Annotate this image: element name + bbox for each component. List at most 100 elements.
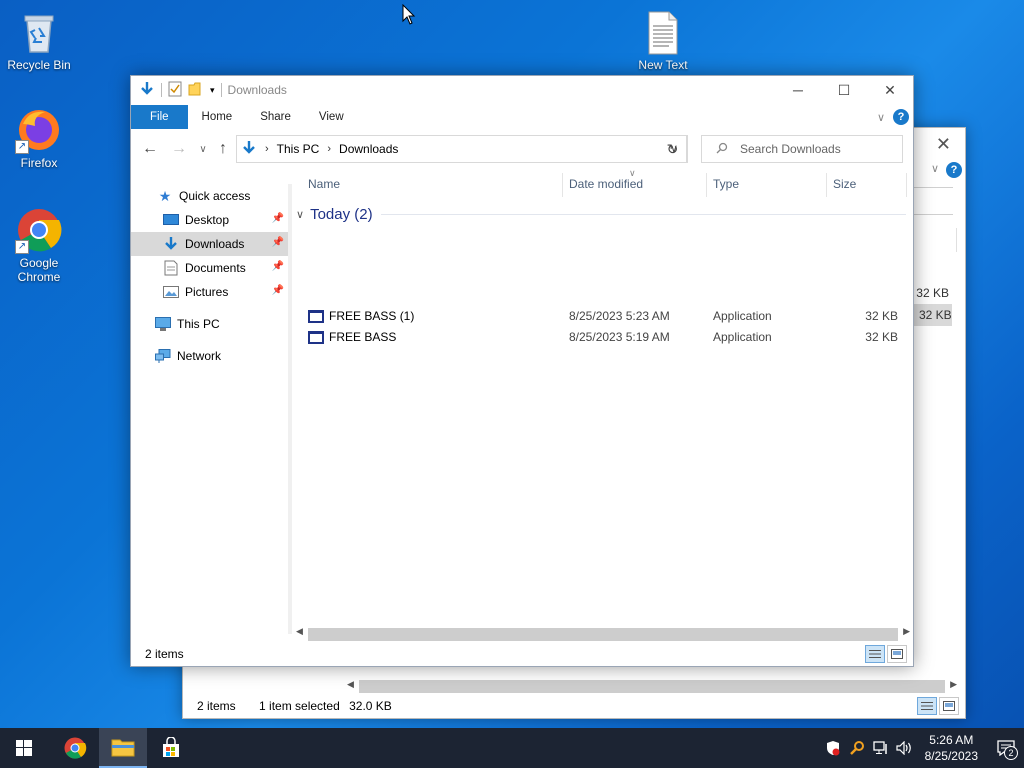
nav-item-pictures[interactable]: Pictures 📌: [131, 280, 288, 304]
chevron-right-icon[interactable]: ›: [265, 143, 269, 155]
file-explorer-icon: [111, 739, 135, 757]
view-toggle: [917, 697, 959, 715]
tab-share[interactable]: Share: [246, 105, 305, 129]
divider: [380, 214, 906, 215]
tab-file[interactable]: File: [131, 105, 188, 129]
mouse-cursor-icon: [402, 3, 416, 29]
start-button[interactable]: [0, 728, 48, 768]
desktop-icon-label: Firefox: [20, 156, 58, 170]
scroll-left-icon[interactable]: ◀: [347, 679, 354, 690]
expand-ribbon-icon[interactable]: ∨: [877, 111, 885, 124]
search-input[interactable]: Search Downloads: [701, 135, 903, 163]
chevron-down-icon[interactable]: ∨: [931, 162, 939, 175]
maximize-button[interactable]: ☐: [821, 76, 867, 104]
up-button[interactable]: ↑: [212, 138, 234, 160]
column-divider[interactable]: [562, 173, 563, 197]
nav-item-this-pc[interactable]: This PC: [131, 312, 288, 336]
large-icons-view-icon[interactable]: [887, 645, 907, 663]
nav-item-label: Network: [177, 349, 222, 363]
file-row[interactable]: FREE BASS (1) 8/25/2023 5:23 AM Applicat…: [292, 306, 912, 327]
column-divider[interactable]: [826, 173, 827, 197]
column-header-name[interactable]: Name: [308, 177, 340, 191]
breadcrumb-downloads[interactable]: › Downloads: [327, 142, 398, 156]
recent-locations-icon[interactable]: ∨: [192, 138, 214, 160]
scroll-thumb[interactable]: [308, 628, 898, 641]
new-folder-icon[interactable]: [188, 81, 204, 100]
ribbon-controls: ∨ ?: [877, 109, 909, 125]
desktop-icon-recycle-bin[interactable]: Recycle Bin: [1, 8, 77, 73]
horizontal-scrollbar[interactable]: ◀ ▶: [292, 626, 914, 643]
column-divider[interactable]: [906, 173, 907, 197]
search-key-icon[interactable]: [845, 740, 869, 756]
chevron-down-icon[interactable]: ∨: [296, 208, 304, 221]
customize-toolbar-icon[interactable]: ▾: [210, 85, 215, 96]
forward-button[interactable]: →: [168, 138, 190, 160]
network-icon[interactable]: [869, 741, 893, 755]
scroll-right-icon[interactable]: ▶: [903, 626, 910, 637]
security-shield-icon[interactable]: [821, 740, 845, 756]
explorer-window[interactable]: ▾ Downloads ─ ☐ ✕ File Home Share View ∨…: [130, 75, 914, 667]
horizontal-scrollbar[interactable]: ◀ ▶: [343, 678, 961, 695]
pin-icon[interactable]: 📌: [272, 261, 284, 272]
desktop-icon-label: Recycle Bin: [7, 58, 71, 72]
action-center-button[interactable]: 2: [988, 740, 1024, 760]
search-input[interactable]: [913, 187, 953, 215]
clock-date: 8/25/2023: [924, 749, 978, 763]
clock[interactable]: 5:26 AM 8/25/2023: [925, 732, 978, 764]
nav-item-desktop[interactable]: Desktop 📌: [131, 208, 288, 232]
desktop-icon: [163, 212, 179, 228]
close-icon[interactable]: ✕: [936, 134, 951, 155]
status-bar: 2 items 1 item selected 32.0 KB: [183, 694, 965, 718]
group-header-today[interactable]: ∨ Today (2): [296, 206, 906, 223]
column-header-size[interactable]: Size: [833, 177, 856, 191]
nav-item-label: Desktop: [185, 213, 230, 227]
desktop-icon-new-text[interactable]: New Text: [625, 8, 701, 73]
back-button[interactable]: ←: [139, 138, 161, 160]
nav-item-documents[interactable]: Documents 📌: [131, 256, 288, 280]
volume-icon[interactable]: [893, 741, 917, 755]
refresh-button[interactable]: ↻: [658, 135, 688, 163]
desktop-icon-firefox[interactable]: ↗ Firefox: [1, 106, 77, 171]
nav-item-network[interactable]: Network: [131, 344, 288, 368]
desktop-icon-label: Google Chrome: [17, 256, 61, 284]
scroll-right-icon[interactable]: ▶: [950, 679, 957, 690]
tab-home[interactable]: Home: [188, 105, 247, 129]
store-icon: [163, 737, 179, 757]
column-divider[interactable]: [706, 173, 707, 197]
column-header-date-modified[interactable]: Date modified: [569, 177, 643, 191]
breadcrumb-this-pc[interactable]: › This PC: [265, 142, 319, 156]
details-view-icon[interactable]: [865, 645, 885, 663]
details-view-icon[interactable]: [917, 697, 937, 715]
file-row[interactable]: FREE BASS 8/25/2023 5:19 AM Application …: [292, 327, 912, 348]
nav-item-quick-access[interactable]: ★ Quick access: [131, 184, 288, 208]
taskbar-store[interactable]: [147, 728, 195, 768]
properties-icon[interactable]: [168, 81, 182, 100]
taskbar-chrome[interactable]: [51, 728, 99, 768]
close-button[interactable]: ✕: [867, 76, 913, 104]
divider: [220, 83, 222, 97]
title-bar[interactable]: ▾ Downloads ─ ☐ ✕: [131, 76, 913, 104]
taskbar-file-explorer[interactable]: [99, 728, 147, 768]
large-icons-view-icon[interactable]: [939, 697, 959, 715]
chevron-right-icon[interactable]: ›: [327, 143, 331, 155]
help-icon[interactable]: ?: [946, 162, 962, 178]
file-name: FREE BASS: [329, 330, 397, 344]
help-icon[interactable]: ?: [893, 109, 909, 125]
tab-view[interactable]: View: [305, 105, 358, 129]
column-header-type[interactable]: Type: [713, 177, 739, 191]
nav-item-downloads[interactable]: Downloads 📌: [131, 232, 288, 256]
minimize-button[interactable]: ─: [775, 76, 821, 104]
search-placeholder: Search Downloads: [740, 142, 841, 156]
pin-icon[interactable]: 📌: [272, 237, 284, 248]
scroll-thumb[interactable]: [359, 680, 945, 693]
breadcrumb-label: This PC: [276, 142, 320, 156]
scroll-left-icon[interactable]: ◀: [296, 626, 303, 637]
network-icon: [155, 348, 171, 364]
recycle-bin-icon: [15, 8, 63, 56]
pin-icon[interactable]: 📌: [272, 213, 284, 224]
address-bar[interactable]: › This PC › Downloads ∨: [236, 135, 687, 163]
file-size-selected[interactable]: 32 KB: [914, 304, 952, 326]
pin-icon[interactable]: 📌: [272, 285, 284, 296]
clock-time: 5:26 AM: [929, 733, 974, 747]
desktop-icon-chrome[interactable]: ↗ Google Chrome: [1, 206, 77, 284]
